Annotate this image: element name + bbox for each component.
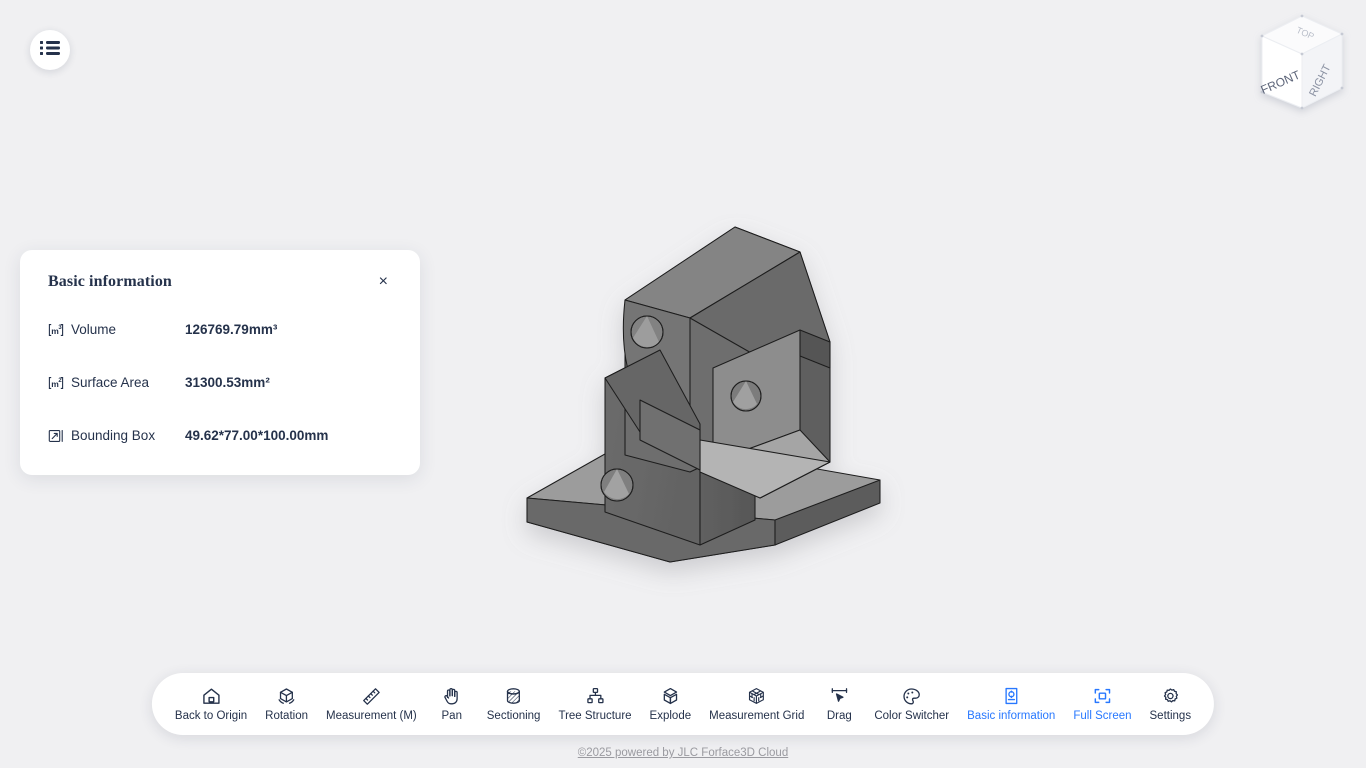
fullscreen-icon	[1092, 685, 1113, 707]
tool-explode[interactable]: Explode	[641, 685, 701, 723]
tool-measurement[interactable]: Measurement (M)	[317, 685, 426, 723]
grid-cube-icon	[746, 685, 767, 707]
tree-structure-icon	[585, 685, 606, 707]
info-value: 49.62*77.00*100.00mm	[185, 428, 329, 443]
rotate-cube-icon	[276, 685, 297, 707]
tool-sectioning[interactable]: Sectioning	[478, 685, 550, 723]
info-value: 31300.53mm²	[185, 375, 270, 390]
list-menu-icon	[40, 40, 60, 61]
svg-text:3: 3	[58, 324, 62, 330]
info-row-surface-area: m 2 Surface Area 31300.53mm²	[48, 369, 392, 396]
basic-information-panel: Basic information × m 3 Volume 126769.79…	[20, 250, 420, 475]
tool-label: Pan	[441, 710, 462, 723]
tool-measurement-grid[interactable]: Measurement Grid	[700, 685, 813, 723]
view-cube[interactable]: FRONT RIGHT TOP	[1240, 4, 1360, 124]
section-cylinder-icon	[503, 685, 524, 707]
tool-settings[interactable]: Settings	[1141, 685, 1201, 723]
tool-label: Measurement (M)	[326, 710, 417, 723]
tool-color-switcher[interactable]: Color Switcher	[865, 685, 958, 723]
tool-label: Explode	[649, 710, 692, 723]
tool-full-screen[interactable]: Full Screen	[1064, 685, 1140, 723]
tool-label: Basic information	[967, 710, 1056, 723]
bounding-box-icon	[48, 428, 64, 444]
tool-back-to-origin[interactable]: Back to Origin	[166, 685, 256, 723]
info-label: Surface Area	[71, 375, 150, 390]
panel-title: Basic information	[48, 273, 172, 290]
tool-label: Drag	[826, 710, 852, 723]
tool-label: Measurement Grid	[709, 710, 805, 723]
close-icon[interactable]: ×	[375, 272, 392, 292]
tool-drag[interactable]: Drag	[813, 685, 865, 723]
tool-label: Color Switcher	[874, 710, 950, 723]
tool-pan[interactable]: Pan	[426, 685, 478, 723]
info-row-volume: m 3 Volume 126769.79mm³	[48, 316, 392, 343]
drag-cursor-icon	[829, 685, 850, 707]
tool-basic-information[interactable]: Basic information	[958, 685, 1064, 723]
bottom-toolbar: Back to Origin Rotation Measurement (M)	[151, 673, 1215, 735]
info-label: Volume	[71, 322, 117, 337]
explode-cube-icon	[660, 685, 681, 707]
tool-label: Rotation	[265, 710, 308, 723]
ruler-icon	[361, 685, 382, 707]
svg-text:2: 2	[58, 377, 62, 383]
tool-label: Full Screen	[1073, 710, 1132, 723]
menu-button[interactable]	[30, 30, 70, 70]
tool-rotation[interactable]: Rotation	[256, 685, 317, 723]
gear-icon	[1160, 685, 1181, 707]
tool-tree-structure[interactable]: Tree Structure	[549, 685, 640, 723]
info-document-icon	[1001, 685, 1022, 707]
tool-label: Sectioning	[486, 710, 541, 723]
tool-label: Tree Structure	[558, 710, 632, 723]
volume-m3-icon: m 3	[48, 322, 64, 338]
panel-header: Basic information ×	[48, 272, 392, 292]
tool-label: Settings	[1149, 710, 1192, 723]
info-row-bounding-box: Bounding Box 49.62*77.00*100.00mm	[48, 422, 392, 449]
info-label: Bounding Box	[71, 428, 156, 443]
footer-credit-link[interactable]: ©2025 powered by JLC Forface3D Cloud	[0, 747, 1366, 759]
palette-icon	[901, 685, 922, 707]
hand-icon	[441, 685, 462, 707]
info-value: 126769.79mm³	[185, 322, 278, 337]
tool-label: Back to Origin	[174, 710, 248, 723]
surface-area-m2-icon: m 2	[48, 375, 64, 391]
home-icon	[201, 685, 222, 707]
